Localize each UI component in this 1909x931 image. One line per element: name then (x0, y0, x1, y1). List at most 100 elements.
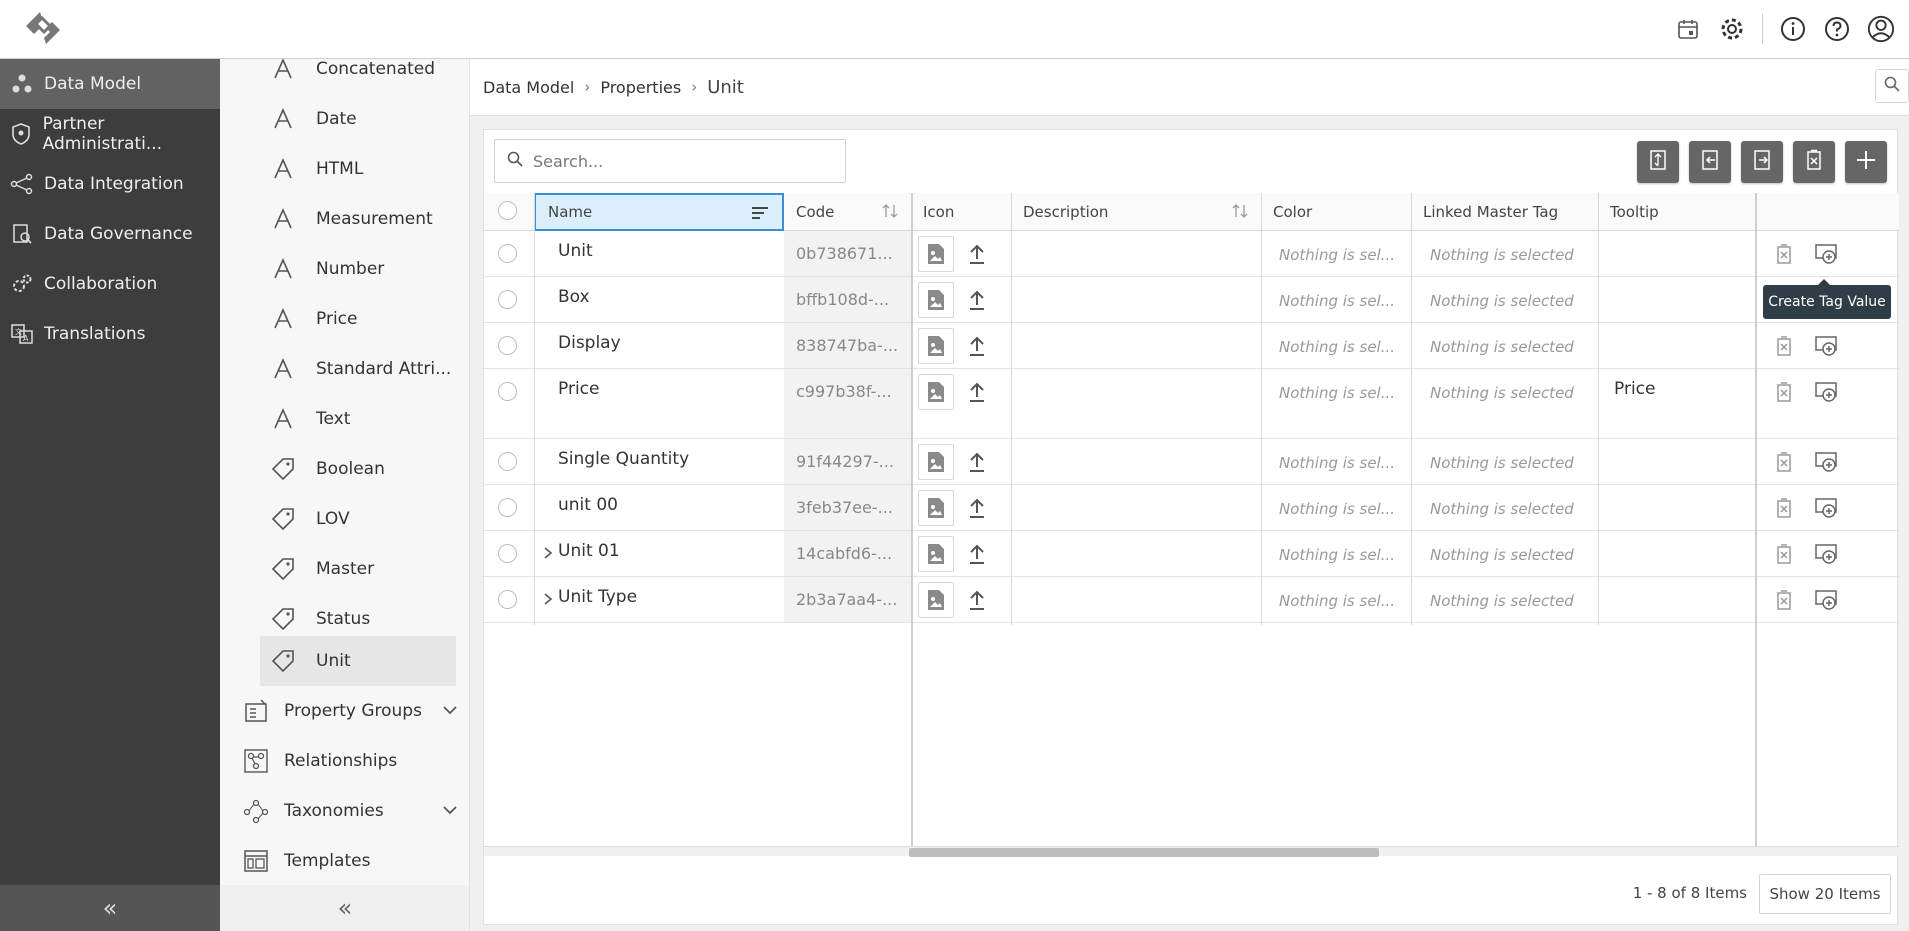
image-placeholder-icon[interactable] (918, 236, 954, 272)
nav-item-partner-administration[interactable]: Partner Administrati... (0, 109, 220, 159)
delete-row-icon[interactable] (1775, 451, 1793, 478)
cell-color[interactable]: Nothing is sel... (1261, 485, 1411, 530)
create-tag-value-icon[interactable] (1815, 335, 1839, 362)
row-checkbox[interactable] (498, 244, 517, 263)
nav-item-collaboration[interactable]: Collaboration (0, 259, 220, 309)
nav-item-data-integration[interactable]: Data Integration (0, 159, 220, 209)
import-button[interactable] (1689, 141, 1731, 183)
gear-icon[interactable] (1718, 15, 1746, 43)
image-placeholder-icon[interactable] (918, 282, 954, 318)
column-header-linked-master-tag[interactable]: Linked Master Tag (1411, 193, 1598, 231)
chevron-right-icon[interactable] (542, 545, 554, 565)
select-all-checkbox[interactable] (498, 201, 517, 220)
cell-tooltip[interactable] (1598, 577, 1755, 622)
tree-group-property-groups[interactable]: Property Groups (242, 686, 469, 736)
cell-color[interactable]: Nothing is sel... (1261, 577, 1411, 622)
info-icon[interactable] (1779, 15, 1807, 43)
scrollbar-thumb[interactable] (909, 848, 1379, 857)
cell-name[interactable]: Single Quantity (534, 439, 784, 484)
tree-item-text[interactable]: Text (260, 394, 469, 444)
search-input[interactable] (533, 151, 823, 171)
tree-item-boolean[interactable]: Boolean (260, 444, 469, 494)
row-checkbox[interactable] (498, 336, 517, 355)
tree-item-price[interactable]: Price (260, 294, 469, 344)
cell-description[interactable] (1011, 369, 1261, 438)
app-logo-icon[interactable] (20, 10, 66, 46)
table-row[interactable]: Box bffb108d-... Nothing is sel... Nothi… (484, 277, 1899, 323)
cell-description[interactable] (1011, 531, 1261, 576)
nav-item-data-model[interactable]: Data Model (0, 59, 220, 109)
chevron-down-icon[interactable] (442, 702, 458, 723)
row-checkbox[interactable] (498, 452, 517, 471)
tree-group-relationships[interactable]: Relationships (242, 736, 469, 786)
delete-button[interactable] (1793, 141, 1835, 183)
create-tag-value-icon[interactable] (1815, 381, 1839, 408)
row-checkbox[interactable] (498, 382, 517, 401)
delete-row-icon[interactable] (1775, 335, 1793, 362)
column-header-description[interactable]: Description (1011, 193, 1261, 231)
help-icon[interactable] (1823, 15, 1851, 43)
export-button[interactable] (1741, 141, 1783, 183)
table-row[interactable]: unit 00 3feb37ee-... Nothing is sel... N… (484, 485, 1899, 531)
tree-item-standard-attribute[interactable]: Standard Attri... (260, 344, 469, 394)
nav-item-translations[interactable]: 文A Translations (0, 309, 220, 359)
cell-name[interactable]: Unit (534, 231, 784, 276)
tree-item-measurement[interactable]: Measurement (260, 194, 469, 244)
upload-icon[interactable] (967, 589, 987, 616)
column-header-color[interactable]: Color (1261, 193, 1411, 231)
add-button[interactable] (1845, 141, 1887, 183)
cell-color[interactable]: Nothing is sel... (1261, 531, 1411, 576)
cell-color[interactable]: Nothing is sel... (1261, 369, 1411, 438)
upload-icon[interactable] (967, 381, 987, 408)
cell-description[interactable] (1011, 323, 1261, 368)
create-tag-value-icon[interactable] (1815, 589, 1839, 616)
tree-group-taxonomies[interactable]: Taxonomies (242, 786, 469, 836)
column-header-icon[interactable]: Icon (911, 193, 1011, 231)
tree-item-concatenated[interactable]: Concatenated (260, 59, 469, 94)
upload-icon[interactable] (967, 451, 987, 478)
tree-item-number[interactable]: Number (260, 244, 469, 294)
cell-tooltip[interactable] (1598, 231, 1755, 276)
cell-description[interactable] (1011, 577, 1261, 622)
delete-row-icon[interactable] (1775, 543, 1793, 570)
tree-group-templates[interactable]: Templates (242, 836, 469, 886)
cell-linked-master-tag[interactable]: Nothing is selected (1411, 277, 1598, 322)
tree-collapse-button[interactable]: « (220, 885, 469, 931)
calendar-icon[interactable] (1674, 15, 1702, 43)
search-field[interactable] (494, 139, 846, 183)
image-placeholder-icon[interactable] (918, 328, 954, 364)
table-row[interactable]: Display 838747ba-... Nothing is sel... N… (484, 323, 1899, 369)
nav-collapse-button[interactable]: « (0, 885, 220, 931)
table-row[interactable]: Unit 0b738671... Nothing is sel... Nothi… (484, 231, 1899, 277)
image-placeholder-icon[interactable] (918, 536, 954, 572)
cell-linked-master-tag[interactable]: Nothing is selected (1411, 577, 1598, 622)
breadcrumb-data-model[interactable]: Data Model (483, 78, 574, 97)
cell-linked-master-tag[interactable]: Nothing is selected (1411, 439, 1598, 484)
cell-linked-master-tag[interactable]: Nothing is selected (1411, 369, 1598, 438)
cell-color[interactable]: Nothing is sel... (1261, 439, 1411, 484)
tree-item-date[interactable]: Date (260, 94, 469, 144)
table-row[interactable]: Single Quantity 91f44297-... Nothing is … (484, 439, 1899, 485)
sort-icon[interactable] (1231, 203, 1249, 223)
cell-name[interactable]: Box (534, 277, 784, 322)
delete-row-icon[interactable] (1775, 589, 1793, 616)
tree-item-unit[interactable]: Unit (260, 636, 456, 686)
chevron-right-icon[interactable] (542, 591, 554, 611)
page-size-select[interactable]: Show 20 Items (1759, 874, 1891, 914)
create-tag-value-icon[interactable] (1815, 543, 1839, 570)
row-checkbox[interactable] (498, 544, 517, 563)
delete-row-icon[interactable] (1775, 381, 1793, 408)
image-placeholder-icon[interactable] (918, 490, 954, 526)
row-checkbox[interactable] (498, 498, 517, 517)
column-header-tooltip[interactable]: Tooltip (1598, 193, 1755, 231)
sort-icon[interactable] (881, 203, 899, 223)
table-row[interactable]: Price c997b38f-... Nothing is sel... Not… (484, 369, 1899, 439)
tree-item-master[interactable]: Master (260, 544, 469, 594)
cell-description[interactable] (1011, 277, 1261, 322)
cell-name[interactable]: Price (534, 369, 784, 438)
global-search-button[interactable] (1875, 69, 1909, 103)
upload-icon[interactable] (967, 289, 987, 316)
breadcrumb-properties[interactable]: Properties (600, 78, 681, 97)
image-placeholder-icon[interactable] (918, 582, 954, 618)
cell-tooltip[interactable] (1598, 531, 1755, 576)
